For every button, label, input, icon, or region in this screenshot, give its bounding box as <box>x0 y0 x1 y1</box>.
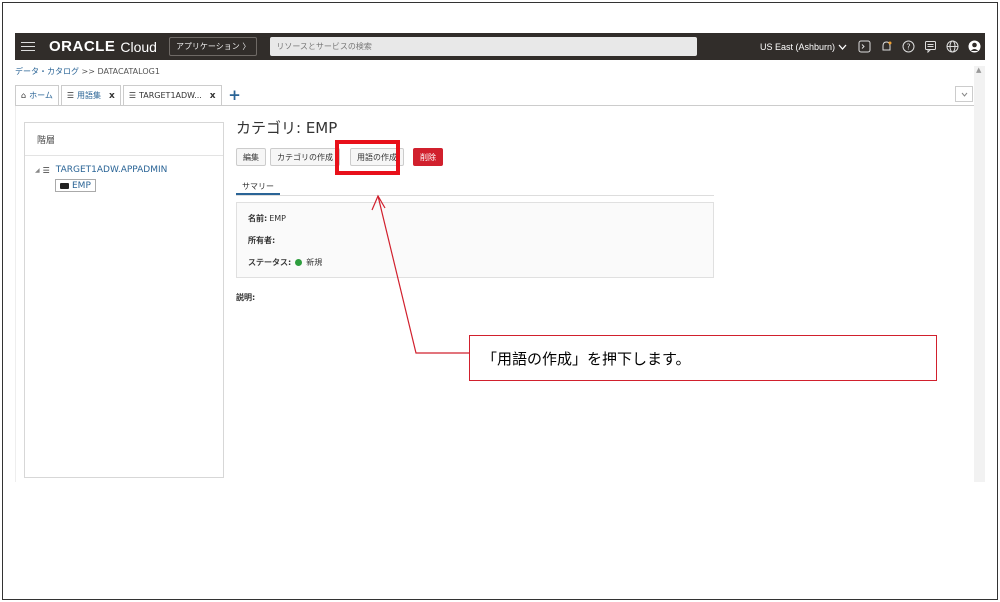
name-label: 名前: <box>248 214 268 223</box>
expand-triangle-icon[interactable]: ◢ <box>35 167 40 174</box>
status-value: 新規 <box>306 258 323 267</box>
tree-child-label: EMP <box>72 180 91 191</box>
home-icon: ⌂ <box>21 91 27 100</box>
owner-label: 所有者: <box>248 236 276 245</box>
tab-summary[interactable]: サマリー <box>236 180 280 195</box>
tab-glossary[interactable]: ☰ 用語集 x <box>60 85 121 105</box>
create-category-button[interactable]: カテゴリの作成 <box>270 148 340 166</box>
cloud-logo-text[interactable]: Cloud <box>120 39 157 55</box>
tab-bar: ⌂ ホーム ☰ 用語集 x ☰ TARGET1ADW... x + <box>15 85 975 106</box>
hierarchy-title: 階層 <box>25 123 223 156</box>
oracle-logo[interactable]: ORACLE <box>49 38 115 55</box>
glossary-icon: ☰ <box>128 91 136 100</box>
hierarchy-panel: 階層 ◢ ☰ TARGET1ADW.APPADMIN EMP <box>24 122 224 478</box>
chevron-down-icon <box>838 44 847 50</box>
summary-panel: 名前: EMP 所有者: ステータス: 新規 <box>236 202 714 278</box>
glossary-icon: ☰ <box>42 165 50 175</box>
hamburger-menu-icon[interactable] <box>21 42 35 51</box>
vertical-scrollbar[interactable] <box>974 66 985 482</box>
page-title: カテゴリ: EMP <box>236 119 338 137</box>
folder-icon <box>60 182 69 189</box>
tree-node-emp[interactable]: EMP <box>55 179 96 192</box>
delete-button[interactable]: 削除 <box>413 148 443 166</box>
top-navigation-bar: ORACLE Cloud アプリケーション 〉 リソースとサービスの検索 US … <box>15 33 985 60</box>
scroll-up-icon[interactable]: ▲ <box>976 66 981 74</box>
region-selector[interactable]: US East (Ashburn) <box>760 42 847 52</box>
cloud-shell-icon[interactable] <box>857 40 871 54</box>
tree-root-label: TARGET1ADW.APPADMIN <box>55 165 168 175</box>
edit-button[interactable]: 編集 <box>236 148 266 166</box>
status-label: ステータス: <box>248 258 292 267</box>
tab-glossary-label: 用語集 <box>77 91 102 100</box>
resource-search-input[interactable]: リソースとサービスの検索 <box>270 37 698 56</box>
tree-node-root[interactable]: ◢ ☰ TARGET1ADW.APPADMIN <box>35 165 167 175</box>
tab-list-dropdown[interactable] <box>955 86 973 102</box>
subtab-divider <box>236 195 714 196</box>
name-field: 名前: EMP <box>248 213 286 224</box>
tab-home-label: ホーム <box>29 91 53 100</box>
breadcrumb-current: DATACATALOG1 <box>97 67 160 76</box>
breadcrumb-separator: >> <box>81 67 95 76</box>
glossary-icon: ☰ <box>66 91 75 100</box>
highlight-box <box>335 140 400 175</box>
tab-glossary-close-icon[interactable]: x <box>109 91 115 101</box>
svg-text:?: ? <box>906 43 910 52</box>
owner-field: 所有者: <box>248 235 275 246</box>
tab-target-label: TARGET1ADW... <box>139 91 202 100</box>
applications-button[interactable]: アプリケーション 〉 <box>168 37 258 56</box>
breadcrumb: データ・カタログ >> DATACATALOG1 <box>15 66 160 77</box>
chevron-down-icon <box>961 92 967 97</box>
description-label: 説明: <box>236 293 256 302</box>
help-icon[interactable]: ? <box>901 40 915 54</box>
user-icon[interactable] <box>967 40 981 54</box>
status-field: ステータス: 新規 <box>248 257 322 268</box>
bell-icon[interactable] <box>879 40 893 54</box>
chat-icon[interactable] <box>923 40 937 54</box>
name-value: EMP <box>269 214 286 223</box>
status-dot-icon <box>295 259 303 266</box>
tab-home[interactable]: ⌂ ホーム <box>15 85 59 105</box>
globe-icon[interactable] <box>945 40 959 54</box>
tab-target-close-icon[interactable]: x <box>210 91 216 101</box>
add-tab-button[interactable]: + <box>224 85 246 105</box>
breadcrumb-data-catalog[interactable]: データ・カタログ <box>15 67 79 76</box>
tab-target[interactable]: ☰ TARGET1ADW... x <box>122 85 222 105</box>
annotation-callout: 「用語の作成」を押下します。 <box>469 335 937 381</box>
region-label: US East (Ashburn) <box>759 41 835 52</box>
